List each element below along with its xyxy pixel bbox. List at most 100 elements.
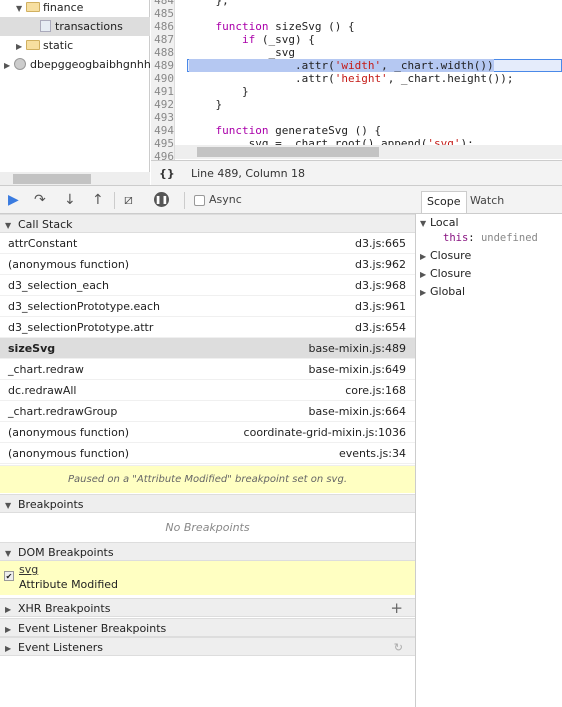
breakpoints-header[interactable]: ▼ Breakpoints: [0, 494, 415, 513]
collapsed-triangle-icon: ▶: [16, 42, 23, 51]
no-breakpoints-text: No Breakpoints: [165, 521, 250, 534]
frame-location[interactable]: d3.js:654: [355, 317, 406, 338]
line-number[interactable]: 490: [151, 72, 174, 85]
frame-location[interactable]: base-mixin.js:489: [309, 338, 407, 359]
scope-global[interactable]: ▶ Global: [420, 283, 465, 301]
async-checkbox[interactable]: [194, 195, 205, 206]
add-icon[interactable]: +: [390, 599, 403, 618]
event-listeners-header[interactable]: ▶ Event Listeners ↻: [0, 637, 415, 656]
frame-location[interactable]: d3.js:961: [355, 296, 406, 317]
code-line: function generateSvg () {: [215, 124, 382, 137]
call-frame[interactable]: sizeSvg base-mixin.js:489: [0, 338, 415, 359]
call-stack-header[interactable]: ▼ Call Stack: [0, 214, 415, 233]
scope-this: this: undefined: [443, 232, 538, 244]
frame-location[interactable]: d3.js:968: [355, 275, 406, 296]
code-line: }: [189, 98, 223, 111]
call-frame[interactable]: dc.redrawAll core.js:168: [0, 380, 415, 401]
frame-function: d3_selectionPrototype.attr: [8, 321, 154, 334]
frame-location[interactable]: coordinate-grid-mixin.js:1036: [244, 422, 406, 443]
folder-icon: [26, 2, 40, 12]
call-frame[interactable]: d3_selectionPrototype.attr d3.js:654: [0, 317, 415, 338]
collapsed-triangle-icon: ▶: [4, 61, 11, 70]
refresh-icon[interactable]: ↻: [394, 638, 403, 657]
pause-on-exceptions-icon[interactable]: ❚❚: [154, 192, 169, 207]
code-line: };: [189, 0, 229, 7]
frame-function: _chart.redrawGroup: [8, 405, 118, 418]
cursor-position: Line 489, Column 18: [191, 167, 306, 180]
call-frame[interactable]: d3_selection_each d3.js:968: [0, 275, 415, 296]
line-number[interactable]: 486: [151, 20, 174, 33]
call-frame[interactable]: (anonymous function) events.js:34: [0, 443, 415, 464]
xhr-breakpoints-header[interactable]: ▶ XHR Breakpoints +: [0, 598, 415, 617]
line-number[interactable]: 491: [151, 85, 174, 98]
tree-file-transactions[interactable]: transactions: [0, 17, 150, 36]
step-out-icon[interactable]: ↑: [92, 191, 104, 209]
call-frame[interactable]: d3_selectionPrototype.each d3.js:961: [0, 296, 415, 317]
frame-function: dc.redrawAll: [8, 384, 77, 397]
line-number[interactable]: 496: [151, 150, 174, 160]
collapsed-triangle-icon: ▶: [420, 252, 427, 261]
code-line: function sizeSvg () {: [215, 20, 355, 33]
frame-function: sizeSvg: [8, 342, 56, 355]
tree-folder-static[interactable]: ▶ static: [0, 36, 150, 55]
line-number[interactable]: 489: [151, 59, 174, 72]
call-frame[interactable]: _chart.redrawGroup base-mixin.js:664: [0, 401, 415, 422]
frame-function: _chart.redraw: [8, 363, 84, 376]
frame-location[interactable]: core.js:168: [345, 380, 406, 401]
step-into-icon[interactable]: ↓: [64, 191, 76, 209]
frame-location[interactable]: d3.js:962: [355, 254, 406, 275]
collapsed-triangle-icon: ▶: [420, 270, 427, 279]
code-line: }: [189, 85, 249, 98]
dom-breakpoint-node[interactable]: svg: [19, 563, 38, 576]
frame-location[interactable]: base-mixin.js:664: [309, 401, 407, 422]
deactivate-breakpoints-icon[interactable]: ⧄: [124, 191, 133, 209]
line-number[interactable]: 492: [151, 98, 174, 111]
call-frame[interactable]: (anonymous function) d3.js:962: [0, 254, 415, 275]
expanded-triangle-icon: ▼: [16, 4, 23, 13]
call-frame[interactable]: _chart.redraw base-mixin.js:649: [0, 359, 415, 380]
resume-icon[interactable]: ▶︎: [8, 191, 19, 209]
code-editor[interactable]: 484 }; 485 486 function sizeSvg () { 487 if…: [151, 0, 562, 160]
dom-breakpoint-checkbox[interactable]: ✔: [4, 571, 14, 581]
tree-folder-finance[interactable]: ▼ finance: [0, 0, 150, 17]
dom-breakpoints-header[interactable]: ▼ DOM Breakpoints: [0, 542, 415, 561]
editor-status-bar: {} Line 489, Column 18: [151, 160, 562, 185]
dom-breakpoint-item: ✔ svg Attribute Modified: [0, 561, 415, 595]
pretty-print-button[interactable]: {}: [159, 161, 175, 186]
line-number[interactable]: 488: [151, 46, 174, 59]
code-line: .attr('width', _chart.width()): [189, 59, 494, 72]
scroll-thumb[interactable]: [197, 147, 379, 157]
frame-location[interactable]: d3.js:665: [355, 233, 406, 254]
line-number[interactable]: 485: [151, 7, 174, 20]
call-frame[interactable]: attrConstant d3.js:665: [0, 233, 415, 254]
line-number[interactable]: 493: [151, 111, 174, 124]
scope-closure[interactable]: ▶ Closure: [420, 265, 471, 283]
collapsed-triangle-icon: ▶: [420, 288, 427, 297]
line-number[interactable]: 494: [151, 124, 174, 137]
scope-closure[interactable]: ▶ Closure: [420, 247, 471, 265]
globe-icon: [14, 58, 26, 70]
line-number[interactable]: 484: [151, 0, 174, 7]
collapsed-triangle-icon: ▶: [5, 605, 12, 614]
tab-watch[interactable]: Watch: [465, 191, 509, 213]
debugger-sidebar: ▼ Call Stack attrConstant d3.js:665 (anonym…: [0, 214, 416, 707]
event-listener-breakpoints-header[interactable]: ▶ Event Listener Breakpoints: [0, 618, 415, 637]
frame-location[interactable]: base-mixin.js:649: [309, 359, 407, 380]
tree-domain[interactable]: ▶ dbepggeogbaibhgnhh: [0, 55, 150, 74]
frame-function: (anonymous function): [8, 258, 130, 271]
code-line: if (_svg) {: [241, 33, 315, 46]
code-line: _svg: [189, 46, 295, 59]
frame-location[interactable]: events.js:34: [339, 443, 406, 464]
step-over-icon[interactable]: ↷: [34, 191, 46, 209]
line-number[interactable]: 495: [151, 137, 174, 150]
call-frame[interactable]: (anonymous function) coordinate-grid-mixi…: [0, 422, 415, 443]
frame-function: d3_selectionPrototype.each: [8, 300, 161, 313]
navigator-scrollbar[interactable]: [0, 172, 150, 186]
tab-scope[interactable]: Scope: [421, 191, 467, 213]
file-navigator: ▼ finance transactions ▶ static ▶ dbepggeog…: [0, 0, 150, 186]
scroll-thumb[interactable]: [13, 174, 91, 184]
editor-scrollbar[interactable]: [175, 145, 562, 159]
line-number[interactable]: 487: [151, 33, 174, 46]
folder-icon: [26, 40, 40, 50]
frame-function: attrConstant: [8, 237, 78, 250]
